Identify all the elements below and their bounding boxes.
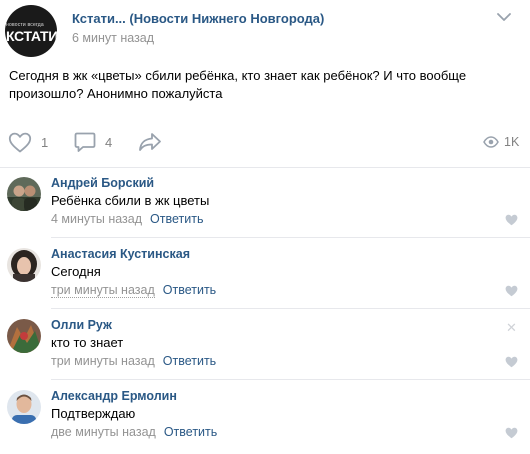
- views-count: 1K: [504, 135, 520, 149]
- heart-icon[interactable]: [505, 214, 518, 226]
- comment-date[interactable]: две минуты назад: [51, 425, 156, 439]
- comment-meta: 4 минуты назад Ответить: [51, 212, 203, 226]
- heart-icon[interactable]: [505, 427, 518, 439]
- avatar-photo: [7, 319, 41, 353]
- avatar[interactable]: [7, 319, 41, 353]
- reply-link[interactable]: Ответить: [164, 425, 217, 439]
- avatar[interactable]: [7, 177, 41, 211]
- comment-item: Олли Руж кто то знает три минуты назад От…: [0, 310, 530, 380]
- share-button[interactable]: [138, 131, 162, 153]
- share-icon: [139, 133, 161, 151]
- close-icon[interactable]: ✕: [506, 320, 517, 336]
- reply-link[interactable]: Ответить: [163, 354, 216, 368]
- like-button[interactable]: 1: [8, 131, 48, 153]
- heart-icon: [8, 132, 32, 152]
- comment-author[interactable]: Александр Ермолин: [51, 389, 177, 403]
- comment-meta: три минуты назад Ответить: [51, 354, 216, 368]
- comment-divider: [51, 379, 530, 380]
- heart-icon[interactable]: [505, 285, 518, 297]
- comment-count: 4: [105, 134, 113, 150]
- comment-item: Анастасия Кустинская Сегодня три минуты …: [0, 239, 530, 309]
- comment-meta: две минуты назад Ответить: [51, 425, 217, 439]
- comment-text: кто то знает: [51, 335, 124, 350]
- comment-text: Подтверждаю: [51, 406, 136, 421]
- reply-link[interactable]: Ответить: [150, 212, 203, 226]
- avatar[interactable]: [7, 390, 41, 424]
- comment-icon: [74, 132, 96, 152]
- group-avatar[interactable]: новости всегда КСТАТИ.: [5, 5, 57, 57]
- reply-link[interactable]: Ответить: [163, 283, 216, 297]
- comment-date[interactable]: 4 минуты назад: [51, 212, 142, 226]
- comment-meta: три минуты назад Ответить: [51, 283, 216, 298]
- comment-text: Сегодня: [51, 264, 101, 279]
- eye-icon: [483, 136, 499, 148]
- logo-big-text: КСТАТИ.: [6, 28, 57, 44]
- post-text: Сегодня в жк «цветы» сбили ребёнка, кто …: [9, 68, 467, 101]
- comment-item: Андрей Борский Ребёнка сбили в жк цветы …: [0, 168, 530, 238]
- avatar[interactable]: [7, 248, 41, 282]
- comment-button[interactable]: 4: [74, 131, 112, 153]
- more-options-icon[interactable]: [495, 11, 513, 23]
- comment-author[interactable]: Анастасия Кустинская: [51, 247, 190, 261]
- avatar-photo: [7, 248, 41, 282]
- avatar-photo: [7, 390, 41, 424]
- comment-divider: [51, 237, 530, 238]
- comment-author[interactable]: Андрей Борский: [51, 176, 154, 190]
- comment-text: Ребёнка сбили в жк цветы: [51, 193, 210, 208]
- views-counter: 1K: [483, 133, 519, 151]
- like-count: 1: [41, 134, 49, 150]
- comment-date[interactable]: три минуты назад: [51, 283, 155, 298]
- comment-divider: [51, 308, 530, 309]
- group-name-link[interactable]: Кстати... (Новости Нижнего Новгорода): [72, 11, 324, 26]
- comment-item: Александр Ермолин Подтверждаю две минуты…: [0, 381, 530, 451]
- wall-post: новости всегда КСТАТИ. Кстати... (Новост…: [0, 0, 530, 454]
- post-time[interactable]: 6 минут назад: [72, 31, 154, 45]
- avatar-photo: [7, 177, 41, 211]
- heart-icon[interactable]: [505, 356, 518, 368]
- comment-date[interactable]: три минуты назад: [51, 354, 155, 368]
- comment-author[interactable]: Олли Руж: [51, 318, 112, 332]
